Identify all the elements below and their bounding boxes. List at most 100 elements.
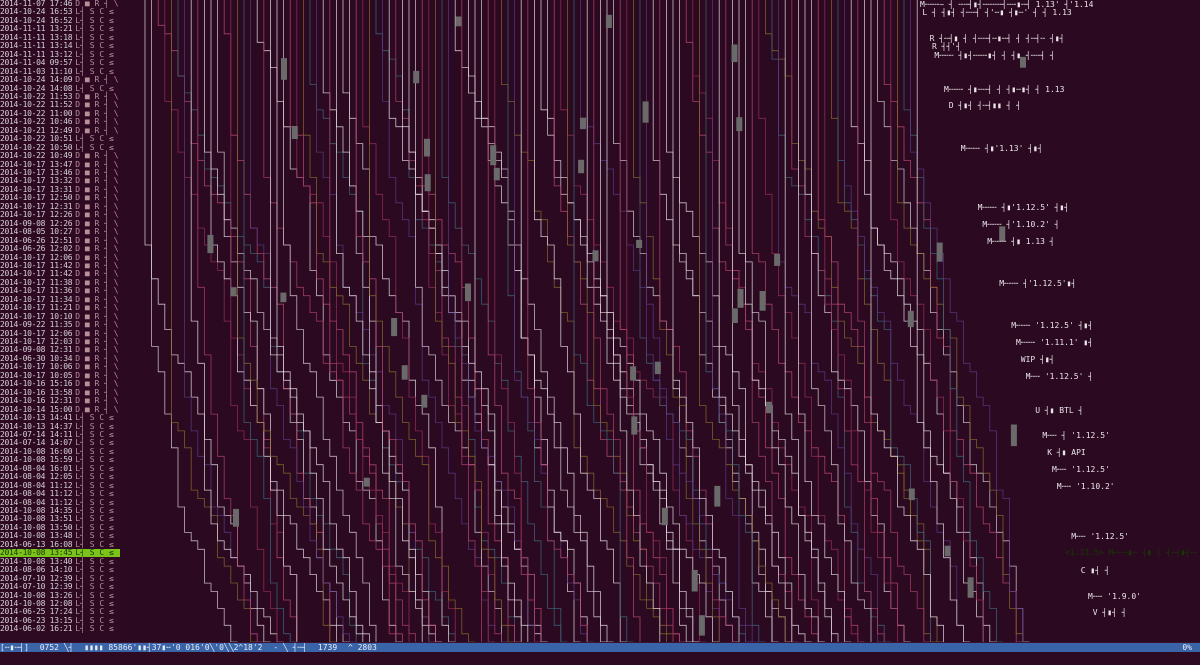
commit-graph[interactable]: M╌╌╌~ ┤ ╌╌┤▮┤╌╌╌╌┤╌╌▮╌┤ 1.13' ┤'1.14 L ┤ … bbox=[120, 0, 1200, 642]
commit-flags: D ■ R ┤ \ bbox=[75, 286, 119, 296]
commit-node bbox=[455, 16, 462, 27]
commit-node bbox=[631, 416, 638, 435]
graph-ref-label[interactable]: M╌╌ '1.12.5' ┤ bbox=[1026, 372, 1093, 381]
commit-flags: L┤ S C ≤ bbox=[75, 413, 114, 423]
commit-node bbox=[207, 234, 214, 254]
graph-ref-label[interactable]: C ▮┤ ┤ bbox=[1081, 566, 1110, 575]
commit-list[interactable]: 2014-11-07 17:46 D ■ R ┤ \ 2014-10-24 16:5… bbox=[0, 0, 120, 642]
branch-line bbox=[289, 0, 403, 642]
commit-node bbox=[908, 488, 915, 501]
commit-node bbox=[280, 292, 287, 303]
commit-flags: D ■ R ┤ \ bbox=[75, 193, 119, 203]
commit-node bbox=[936, 242, 943, 262]
commit-timestamp: 2014-06-02 16:21 bbox=[0, 624, 73, 634]
branch-line bbox=[408, 0, 548, 642]
graph-ref-label[interactable]: L ┤ ┤▮┤ ┤╌╌┤ ┤'╌▮ ┤▮╌' ┤ ┤ 1.13 bbox=[922, 8, 1071, 17]
git-graph-app: M╌╌╌~ ┤ ╌╌┤▮┤╌╌╌╌┤╌╌▮╌┤ 1.13' ┤'1.14 L ┤ … bbox=[0, 0, 1200, 665]
graph-ref-label[interactable]: D ┤▮┤ ┤╌┤▮▮ ┤ ┤ bbox=[949, 101, 1021, 110]
commit-node bbox=[580, 117, 586, 130]
graph-ref-label[interactable]: V ┤▮┤ ┤ bbox=[1093, 608, 1127, 617]
commit-node bbox=[413, 70, 420, 84]
commit-node bbox=[630, 366, 637, 381]
branch-line bbox=[877, 0, 1030, 642]
commit-flags: D ■ R ┤ \ bbox=[75, 362, 119, 372]
status-branch: - ╲ ┤╌┤ bbox=[273, 643, 308, 652]
branch-line bbox=[910, 0, 1024, 642]
commit-flags: D ■ R ┤ \ bbox=[75, 75, 119, 85]
commit-flags: L┤ S C ≤ bbox=[75, 531, 114, 541]
commit-node bbox=[465, 283, 471, 302]
commit-flags: D ■ R ┤ \ bbox=[75, 303, 119, 313]
commit-flags: L┤ S C ≤ bbox=[75, 489, 114, 499]
graph-ref-label[interactable]: M╌╌ '1.12.5' bbox=[1071, 532, 1129, 541]
graph-ref-label[interactable]: WIP ┤▮┤ bbox=[1021, 355, 1055, 364]
commit-node bbox=[363, 477, 370, 487]
commit-flags: L┤ S C ≤ bbox=[75, 134, 114, 144]
branch-line bbox=[613, 0, 739, 642]
commit-flags: L┤ S C ≤ bbox=[75, 472, 114, 482]
commit-node bbox=[759, 291, 766, 311]
branch-line bbox=[481, 0, 607, 642]
commit-node bbox=[907, 310, 914, 328]
status-scroll-percent: 0% bbox=[1182, 643, 1192, 652]
graph-ref-label[interactable]: M╌╌ '1.12.5' bbox=[1052, 465, 1110, 474]
status-mode: [╌▮╌┤] bbox=[0, 643, 29, 652]
status-count: 1739 bbox=[317, 643, 338, 652]
commit-node bbox=[281, 58, 287, 80]
commit-node bbox=[737, 288, 744, 308]
commit-node bbox=[291, 126, 298, 139]
commit-node bbox=[642, 101, 649, 123]
commit-flags: D ■ R ┤ \ bbox=[75, 151, 119, 161]
commit-node bbox=[691, 569, 698, 592]
status-bar: [╌▮╌┤] 0752 ╲┤ ▮▮▮▮ 85866'▮▮┤37▮╌'0 016'… bbox=[0, 642, 1200, 665]
branch-line bbox=[527, 0, 588, 642]
commit-node bbox=[605, 14, 612, 28]
graph-ref-label[interactable]: U ┤▮ BTL ┤ bbox=[1035, 406, 1083, 415]
status-total: ^ 2803 bbox=[347, 643, 377, 652]
commit-node bbox=[490, 145, 497, 166]
selected-ref-label[interactable]: <1.13.5> M╌╌╌▮╌ ┤▮ ┤ ┤╌┤▮┤╌╌┤ ┤╌ ┤▮┤ bbox=[1065, 548, 1198, 557]
commit-node bbox=[654, 361, 661, 375]
commit-node bbox=[421, 394, 428, 408]
graph-ref-label[interactable]: M╌╌╌ ┤'1.10.2' ┤ bbox=[982, 220, 1059, 229]
graph-ref-label[interactable]: M╌╌ ┤ '1.12.5' bbox=[1042, 431, 1109, 440]
commit-node bbox=[592, 250, 599, 262]
branch-line bbox=[474, 0, 529, 642]
commit-node bbox=[967, 577, 974, 598]
commit-flags: D ■ R ┤ \ bbox=[75, 379, 119, 389]
commit-node bbox=[766, 401, 772, 414]
branch-line bbox=[501, 0, 667, 642]
commit-node bbox=[661, 507, 668, 526]
graph-ref-label[interactable]: K ┤▮ API bbox=[1047, 448, 1086, 457]
graph-ref-label[interactable]: M╌╌╌ ┤▮'1.13' ┤▮┤ bbox=[961, 144, 1043, 153]
branch-line bbox=[619, 0, 680, 642]
graph-ref-label[interactable]: M╌╌╌ ┤▮'1.12.5' ┤▮┤ bbox=[978, 203, 1070, 212]
commit-node bbox=[230, 287, 237, 297]
commit-node bbox=[698, 615, 705, 636]
commit-node bbox=[731, 44, 738, 63]
graph-ref-label[interactable]: M╌╌╌ '1.11.1' ▮┤ bbox=[1016, 338, 1093, 347]
commit-node bbox=[1010, 424, 1017, 447]
graph-ref-label[interactable]: M╌╌╌ ┤▮┤╌╌╌▮┤ ┤ ┤▮ ┤╌╌┤ ┤ bbox=[934, 51, 1054, 60]
commit-row[interactable]: 2014-06-02 16:21 L┤ S C ≤ bbox=[0, 625, 120, 633]
commit-node bbox=[424, 138, 430, 157]
graph-ref-label[interactable]: M╌╌╌ ┤▮╌╌┤ ┤ ┤▮╌▮┤ ┤ 1.13 bbox=[944, 85, 1064, 94]
commit-node bbox=[736, 117, 743, 132]
commit-node bbox=[774, 253, 781, 266]
graph-ref-label[interactable]: M╌╌╌ ┤▮ 1.13 ┤ bbox=[987, 237, 1054, 246]
commit-flags: L┤ S C ≤ bbox=[75, 58, 114, 68]
commit-node bbox=[636, 239, 643, 248]
commit-node bbox=[391, 318, 398, 337]
branch-line bbox=[468, 0, 581, 642]
commit-flags: L┤ S C ≤ bbox=[75, 565, 114, 575]
commit-node bbox=[233, 508, 239, 527]
commit-flags: L┤ S C ≤ bbox=[75, 24, 114, 34]
graph-ref-label[interactable]: M╌╌ '1.10.2' bbox=[1057, 482, 1115, 491]
branch-line bbox=[751, 0, 865, 642]
status-hash: ▮▮▮▮ 85866'▮▮┤37▮╌'0 016'0╲'0╲╲2^18'2 bbox=[84, 643, 263, 652]
commit-flags: D ■ R ┤ \ bbox=[75, 320, 119, 330]
graph-ref-label[interactable]: M╌╌ '1.9.0' bbox=[1088, 592, 1141, 601]
graph-ref-label[interactable]: M╌╌╌ '1.12.5' ┤▮┤ bbox=[1011, 321, 1093, 330]
graph-ref-label[interactable]: M╌╌╌ ┤'1.12.5'▮┤ bbox=[999, 279, 1076, 288]
commit-flags: D ■ R ┤ \ bbox=[75, 210, 119, 220]
